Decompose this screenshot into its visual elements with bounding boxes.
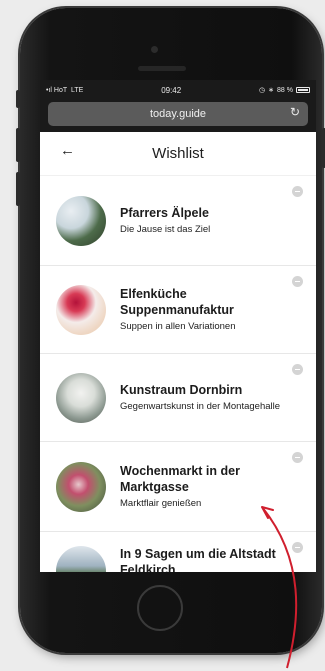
annotation-arrow-icon xyxy=(261,506,298,669)
